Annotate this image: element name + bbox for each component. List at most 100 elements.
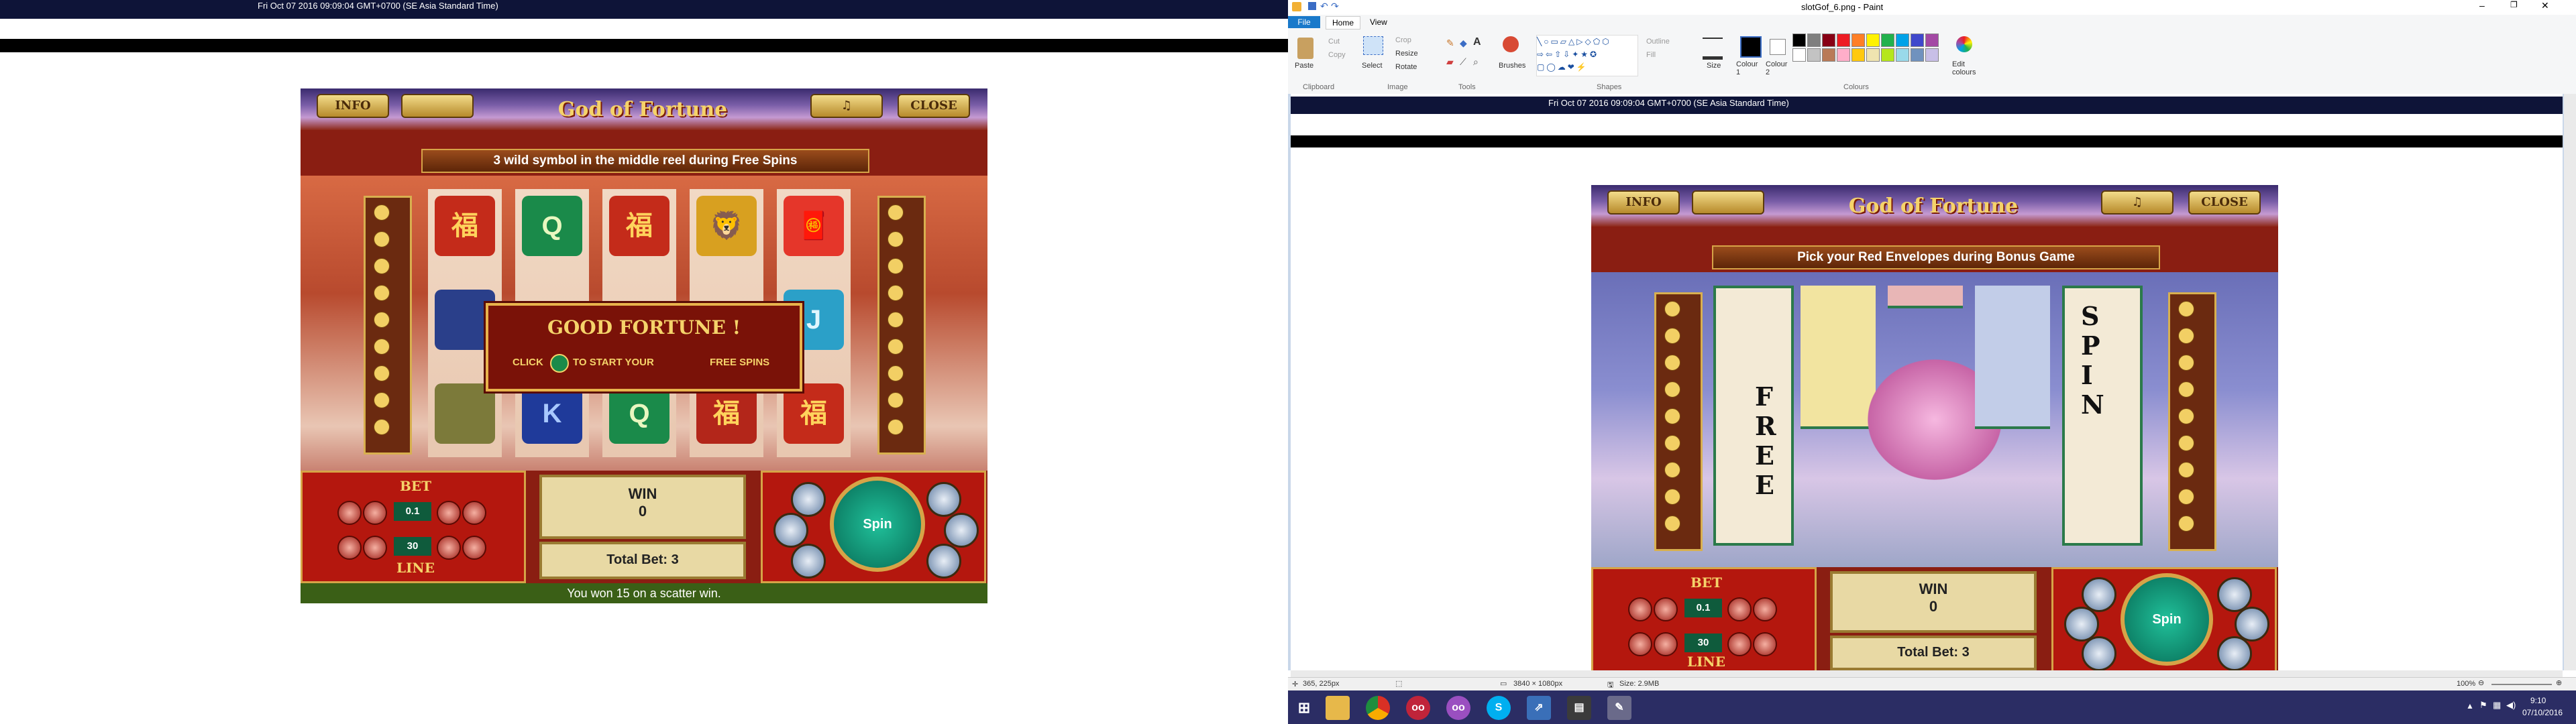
bet-minus-small-button[interactable] — [363, 501, 387, 525]
colour-swatch[interactable] — [1881, 34, 1894, 47]
line-minus-small-button[interactable] — [1654, 632, 1678, 656]
maxbet-button[interactable] — [773, 513, 808, 548]
turbo-button[interactable] — [2235, 607, 2269, 642]
tray-flag-icon[interactable]: ⚑ — [2479, 700, 2487, 711]
history-button[interactable] — [2217, 636, 2252, 670]
colour-swatch[interactable] — [1896, 48, 1909, 62]
bet-minus-small-button[interactable] — [1654, 597, 1678, 621]
start-icon[interactable]: ⊞ — [1292, 696, 1316, 720]
history-button[interactable] — [926, 544, 961, 579]
outline-button[interactable]: Outline — [1646, 38, 1670, 46]
line-plus-button[interactable] — [462, 536, 486, 560]
autoplay-button[interactable] — [791, 482, 826, 517]
colour-swatch[interactable] — [1807, 34, 1821, 47]
line-minus-small-button[interactable] — [363, 536, 387, 560]
bet-plus-small-button[interactable] — [1727, 597, 1752, 621]
paytable-button[interactable] — [401, 94, 474, 118]
colour2-swatch[interactable] — [1770, 39, 1786, 55]
brushes-icon[interactable] — [1503, 36, 1519, 52]
pencil-icon[interactable]: ✎ — [1446, 38, 1454, 49]
turbo-button[interactable] — [944, 513, 979, 548]
line-minus-button[interactable] — [337, 536, 362, 560]
copy-button[interactable]: Copy — [1328, 51, 1346, 59]
colour2-label[interactable]: Colour 2 — [1766, 60, 1792, 76]
fill-icon[interactable]: ◆ — [1460, 38, 1467, 49]
rotate-button[interactable]: Rotate — [1395, 63, 1417, 71]
chrome-icon[interactable] — [1366, 696, 1390, 720]
edit-colours-button[interactable]: Edit colours — [1952, 60, 1979, 76]
info-button[interactable]: INFO — [1607, 190, 1680, 215]
bet-minus-button[interactable] — [337, 501, 362, 525]
settings-button[interactable] — [926, 482, 961, 517]
paint-icon[interactable]: ✎ — [1607, 696, 1631, 720]
info-button[interactable]: INFO — [317, 94, 389, 118]
maximize-icon[interactable]: ❐ — [2510, 0, 2518, 9]
tray-network-icon[interactable]: ▦ — [2493, 700, 2501, 711]
colour-swatch[interactable] — [1911, 48, 1924, 62]
magnifier-icon[interactable]: ⌕ — [1473, 56, 1479, 68]
sound-button[interactable]: ♫ — [810, 94, 883, 118]
resize-button[interactable]: Resize — [1395, 50, 1418, 58]
shapes-gallery[interactable]: ╲○▭▱△▷◇⬠⬡ ⇨⇦⇧⇩✦★✪ ▢◯☁❤⚡ — [1536, 35, 1638, 76]
select-icon[interactable] — [1363, 36, 1383, 55]
lines-button[interactable] — [791, 544, 826, 579]
line-plus-small-button[interactable] — [1727, 632, 1752, 656]
colour-swatch[interactable] — [1911, 34, 1924, 47]
fill-button[interactable]: Fill — [1646, 51, 1656, 59]
paytable-button[interactable] — [1692, 190, 1764, 215]
crop-button[interactable]: Crop — [1395, 36, 1411, 44]
colour-swatch[interactable] — [1807, 48, 1821, 62]
autoplay-button[interactable] — [2082, 577, 2116, 612]
save-icon[interactable] — [1308, 2, 1316, 10]
remote-desktop-icon[interactable]: ⇗ — [1527, 696, 1551, 720]
close-button[interactable]: CLOSE — [2188, 190, 2261, 215]
colour-swatch[interactable] — [1881, 48, 1894, 62]
select-button[interactable]: Select — [1362, 62, 1383, 70]
spin-button[interactable]: Spin — [2121, 573, 2213, 666]
vertical-scrollbar[interactable] — [2564, 94, 2576, 670]
bet-plus-button[interactable] — [462, 501, 486, 525]
line-plus-small-button[interactable] — [437, 536, 461, 560]
colour-swatch[interactable] — [1866, 48, 1880, 62]
clock-date[interactable]: 07/10/2016 — [2522, 708, 2563, 717]
colour-swatch[interactable] — [1925, 34, 1939, 47]
colour-swatch[interactable] — [1822, 48, 1835, 62]
file-explorer-icon[interactable] — [1326, 696, 1350, 720]
colour-swatch[interactable] — [1792, 48, 1806, 62]
colour-palette[interactable] — [1792, 34, 1947, 74]
sound-button[interactable]: ♫ — [2101, 190, 2174, 215]
skype-icon[interactable]: S — [1487, 696, 1511, 720]
colour-swatch[interactable] — [1925, 48, 1939, 62]
picker-icon[interactable]: ⟋ — [1460, 56, 1466, 68]
free-spins-popup[interactable]: GOOD FORTUNE ! CLICK TO START YOUR FREE … — [486, 303, 802, 391]
app-icon-purple[interactable]: oo — [1446, 696, 1470, 720]
colour-swatch[interactable] — [1866, 34, 1880, 47]
tab-view[interactable]: View — [1370, 17, 1387, 27]
bet-minus-button[interactable] — [1628, 597, 1652, 621]
tray-volume-icon[interactable]: ◀) — [2506, 700, 2516, 711]
bet-plus-small-button[interactable] — [437, 501, 461, 525]
colour1-label[interactable]: Colour 1 — [1736, 60, 1763, 76]
horizontal-scrollbar[interactable] — [1291, 670, 2563, 677]
lines-button[interactable] — [2082, 636, 2116, 670]
colour-swatch[interactable] — [1792, 34, 1806, 47]
close-icon[interactable]: ✕ — [2541, 0, 2549, 11]
colour-swatch[interactable] — [1896, 34, 1909, 47]
text-icon[interactable]: A — [1473, 36, 1481, 48]
colour-swatch[interactable] — [1851, 34, 1865, 47]
tab-file[interactable]: File — [1288, 16, 1320, 28]
line-plus-button[interactable] — [1753, 632, 1777, 656]
colour-swatch[interactable] — [1837, 34, 1850, 47]
size-button[interactable]: Size — [1707, 62, 1721, 70]
zoom-slider[interactable] — [2491, 684, 2552, 685]
terminal-icon[interactable]: ▤ — [1567, 696, 1591, 720]
paste-button[interactable]: Paste — [1295, 62, 1313, 70]
zoom-in-icon[interactable]: ⊕ — [2556, 678, 2562, 687]
tab-home[interactable]: Home — [1326, 16, 1360, 29]
app-icon-red[interactable]: oo — [1406, 696, 1430, 720]
clock-time[interactable]: 9:10 — [2530, 696, 2546, 705]
brushes-button[interactable]: Brushes — [1499, 62, 1525, 70]
image-canvas[interactable]: Fri Oct 07 2016 09:09:04 GMT+0700 (SE As… — [1291, 94, 2563, 670]
bet-plus-button[interactable] — [1753, 597, 1777, 621]
colour-swatch[interactable] — [1822, 34, 1835, 47]
